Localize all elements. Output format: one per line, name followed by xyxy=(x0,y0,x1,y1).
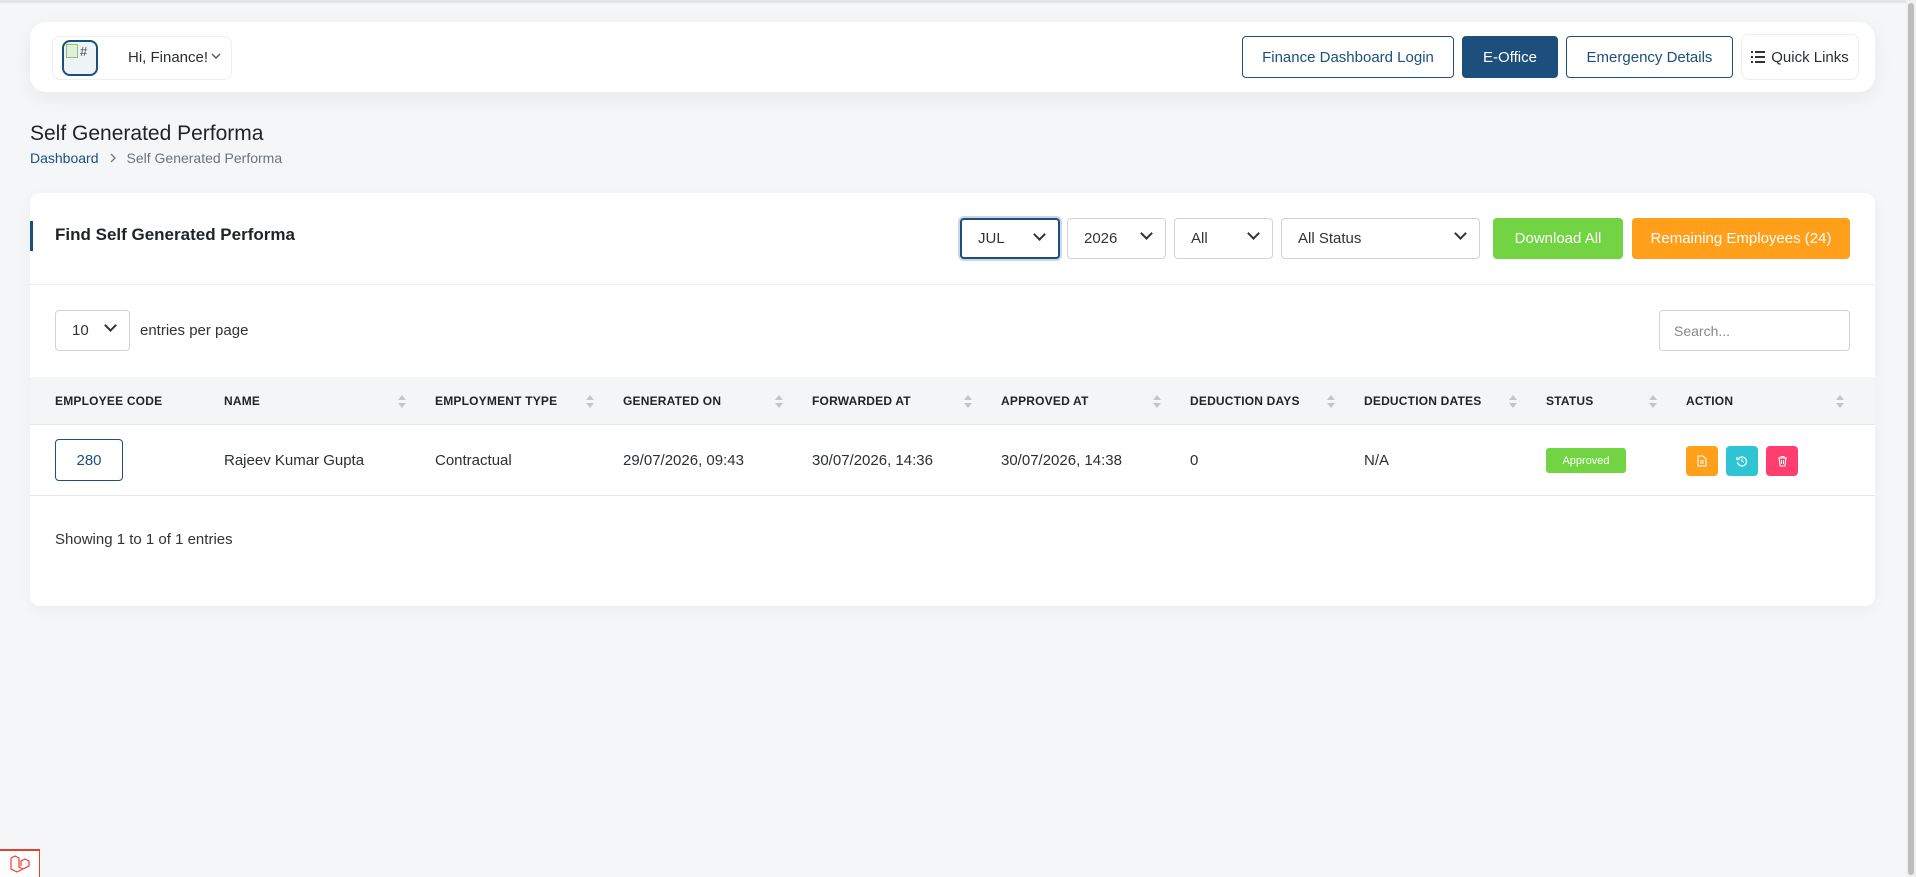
chevron-right-icon xyxy=(109,151,117,166)
per-page-select[interactable]: 10 xyxy=(55,310,130,351)
delete-button[interactable] xyxy=(1766,446,1798,476)
chevron-down-icon xyxy=(211,50,221,64)
top-border xyxy=(0,0,1916,3)
cell-approved-at: 30/07/2026, 14:38 xyxy=(1001,452,1122,469)
scrollbar-thumb[interactable] xyxy=(1908,3,1914,875)
month-select-value: JUL xyxy=(978,230,1005,247)
history-icon xyxy=(1736,456,1748,467)
broken-image-icon xyxy=(66,44,78,58)
sort-icon[interactable] xyxy=(1649,395,1657,408)
cell-deduction-dates: N/A xyxy=(1364,452,1390,469)
col-action[interactable]: ACTION xyxy=(1686,377,1733,425)
avatar-alt-text: # xyxy=(80,44,88,59)
chevron-down-icon xyxy=(1034,232,1044,242)
per-page-value: 10 xyxy=(72,322,89,339)
avatar[interactable]: # xyxy=(62,40,98,76)
view-document-button[interactable] xyxy=(1686,446,1718,476)
card-header: Find Self Generated Performa JUL 2026 Al… xyxy=(30,193,1875,285)
cell-forwarded-at: 30/07/2026, 14:36 xyxy=(812,452,933,469)
col-forwarded-at[interactable]: FORWARDED AT xyxy=(812,377,911,425)
cell-generated-on: 29/07/2026, 09:43 xyxy=(623,452,744,469)
e-office-button[interactable]: E-Office xyxy=(1462,36,1558,78)
card-accent-bar xyxy=(30,221,33,251)
col-generated-on[interactable]: GENERATED ON xyxy=(623,377,721,425)
sort-icon[interactable] xyxy=(1153,395,1161,408)
breadcrumb-current: Self Generated Performa xyxy=(126,150,283,166)
breadcrumb-dashboard[interactable]: Dashboard xyxy=(30,150,99,166)
cell-name: Rajeev Kumar Gupta xyxy=(224,452,365,469)
year-select[interactable]: 2026 xyxy=(1067,218,1166,259)
col-name[interactable]: NAME xyxy=(224,377,260,425)
history-button[interactable] xyxy=(1726,446,1758,476)
cell-employment-type: Contractual xyxy=(435,452,512,469)
breadcrumb: Dashboard Self Generated Performa xyxy=(30,150,282,166)
quick-links-button[interactable]: Quick Links xyxy=(1741,34,1859,80)
sort-icon[interactable] xyxy=(964,395,972,408)
type-select-value: All xyxy=(1191,230,1208,247)
list-icon xyxy=(1751,51,1766,63)
framework-logo-icon xyxy=(0,849,40,877)
pagination-info: Showing 1 to 1 of 1 entries xyxy=(55,531,233,548)
sort-icon[interactable] xyxy=(586,395,594,408)
user-greeting: Hi, Finance! xyxy=(128,49,209,66)
top-header: Hi, Finance! # Finance Dashboard Login E… xyxy=(30,22,1875,92)
month-select[interactable]: JUL xyxy=(960,218,1060,259)
table-row: 280 Rajeev Kumar Gupta Contractual 29/07… xyxy=(30,425,1875,496)
performa-card: Find Self Generated Performa JUL 2026 Al… xyxy=(30,193,1875,606)
col-employment-type[interactable]: EMPLOYMENT TYPE xyxy=(435,377,557,425)
status-select-value: All Status xyxy=(1298,230,1362,247)
col-deduction-dates[interactable]: DEDUCTION DATES xyxy=(1364,377,1481,425)
chevron-down-icon xyxy=(105,323,115,333)
sort-icon[interactable] xyxy=(1836,395,1844,408)
sort-icon[interactable] xyxy=(1327,395,1335,408)
employee-code-link[interactable]: 280 xyxy=(55,439,123,481)
vertical-scrollbar[interactable] xyxy=(1906,0,1916,877)
col-employee-code: EMPLOYEE CODE xyxy=(55,394,163,408)
chevron-down-icon xyxy=(1141,231,1151,241)
cell-deduction-days: 0 xyxy=(1190,452,1199,469)
status-select[interactable]: All Status xyxy=(1281,218,1480,259)
document-icon xyxy=(1697,455,1707,467)
col-approved-at[interactable]: APPROVED AT xyxy=(1001,377,1089,425)
quick-links-label: Quick Links xyxy=(1771,48,1849,66)
chevron-down-icon xyxy=(1248,231,1258,241)
sort-icon[interactable] xyxy=(775,395,783,408)
per-page-label: entries per page xyxy=(140,322,249,339)
chevron-down-icon xyxy=(1455,231,1465,241)
col-status[interactable]: STATUS xyxy=(1546,377,1593,425)
col-deduction-days[interactable]: DEDUCTION DAYS xyxy=(1190,377,1300,425)
type-select[interactable]: All xyxy=(1174,218,1273,259)
trash-icon xyxy=(1777,455,1787,467)
finance-dashboard-login-button[interactable]: Finance Dashboard Login xyxy=(1242,36,1454,78)
year-select-value: 2026 xyxy=(1084,230,1118,247)
sort-icon[interactable] xyxy=(398,395,406,408)
status-badge: Approved xyxy=(1546,448,1626,473)
remaining-employees-button[interactable]: Remaining Employees (24) xyxy=(1632,218,1850,259)
search-input[interactable] xyxy=(1659,310,1850,351)
table-header: EMPLOYEE CODE NAME EMPLOYMENT TYPE GENER… xyxy=(30,377,1875,425)
download-all-button[interactable]: Download All xyxy=(1493,218,1623,259)
sort-icon[interactable] xyxy=(1509,395,1517,408)
entries-per-page: 10 xyxy=(55,310,130,351)
page-title: Self Generated Performa xyxy=(30,122,264,145)
card-title: Find Self Generated Performa xyxy=(55,225,295,244)
emergency-details-button[interactable]: Emergency Details xyxy=(1566,36,1733,78)
